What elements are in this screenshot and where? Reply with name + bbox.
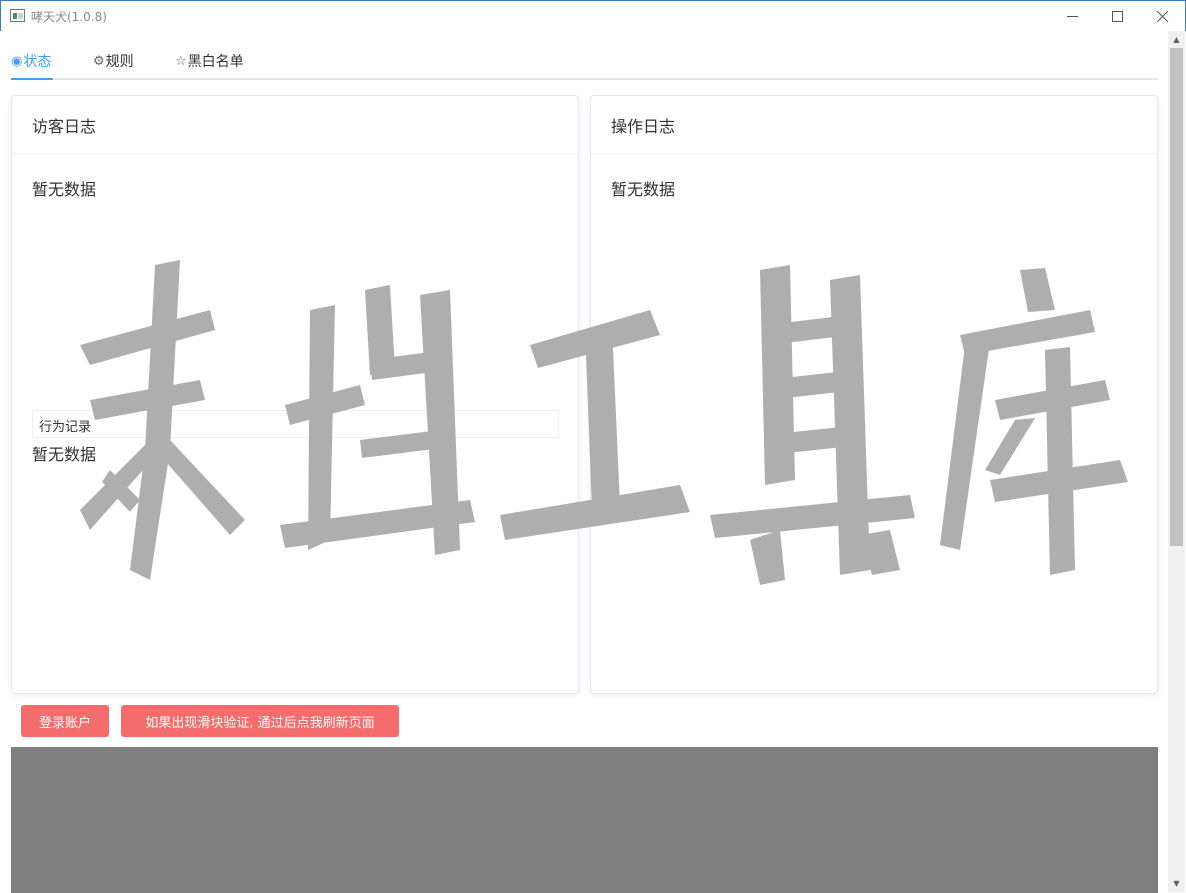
operation-log-empty: 暂无数据 <box>611 180 676 199</box>
minimize-button[interactable] <box>1049 1 1095 31</box>
visitor-log-empty: 暂无数据 <box>32 180 97 199</box>
tab-blacklist-whitelist[interactable]: ☆ 黑白名单 <box>175 42 244 80</box>
tab-bar: ◉ 状态 ⚙ 规则 ☆ 黑白名单 <box>11 42 1158 80</box>
tab-rules[interactable]: ⚙ 规则 <box>93 42 134 80</box>
window-title: 哮天犬(1.0.8) <box>31 10 107 24</box>
maximize-button[interactable] <box>1094 1 1140 31</box>
scroll-thumb[interactable] <box>1170 48 1183 546</box>
close-icon <box>1156 10 1168 22</box>
tab-status[interactable]: ◉ 状态 <box>11 42 51 80</box>
app-icon <box>10 9 25 22</box>
minimize-icon <box>1066 15 1078 17</box>
tab-status-label: 状态 <box>23 54 52 70</box>
vertical-scrollbar[interactable]: ▲ ▼ <box>1168 31 1185 892</box>
behavior-record-label: 行为记录 <box>32 410 559 438</box>
tab-rules-label: 规则 <box>105 54 134 70</box>
close-button[interactable] <box>1139 1 1185 31</box>
scroll-down-icon[interactable]: ▼ <box>1168 875 1185 892</box>
tab-list-label: 黑白名单 <box>187 54 244 70</box>
eye-icon: ◉ <box>11 53 23 69</box>
embedded-browser-area[interactable] <box>11 747 1158 893</box>
active-tab-indicator <box>11 78 53 80</box>
visitor-log-title: 访客日志 <box>12 96 578 154</box>
behavior-record-empty: 暂无数据 <box>32 445 97 464</box>
login-account-button[interactable]: 登录账户 <box>21 705 109 737</box>
visitor-log-card: 访客日志 暂无数据 行为记录 暂无数据 <box>11 95 579 694</box>
scroll-up-icon[interactable]: ▲ <box>1168 31 1185 48</box>
window-titlebar: 哮天犬(1.0.8) <box>0 0 1186 31</box>
star-icon: ☆ <box>175 53 187 69</box>
operation-log-card: 操作日志 暂无数据 <box>590 95 1158 694</box>
maximize-icon <box>1111 10 1123 22</box>
gear-icon: ⚙ <box>93 53 105 69</box>
refresh-page-button[interactable]: 如果出现滑块验证, 通过后点我刷新页面 <box>121 705 399 737</box>
operation-log-title: 操作日志 <box>591 96 1157 154</box>
